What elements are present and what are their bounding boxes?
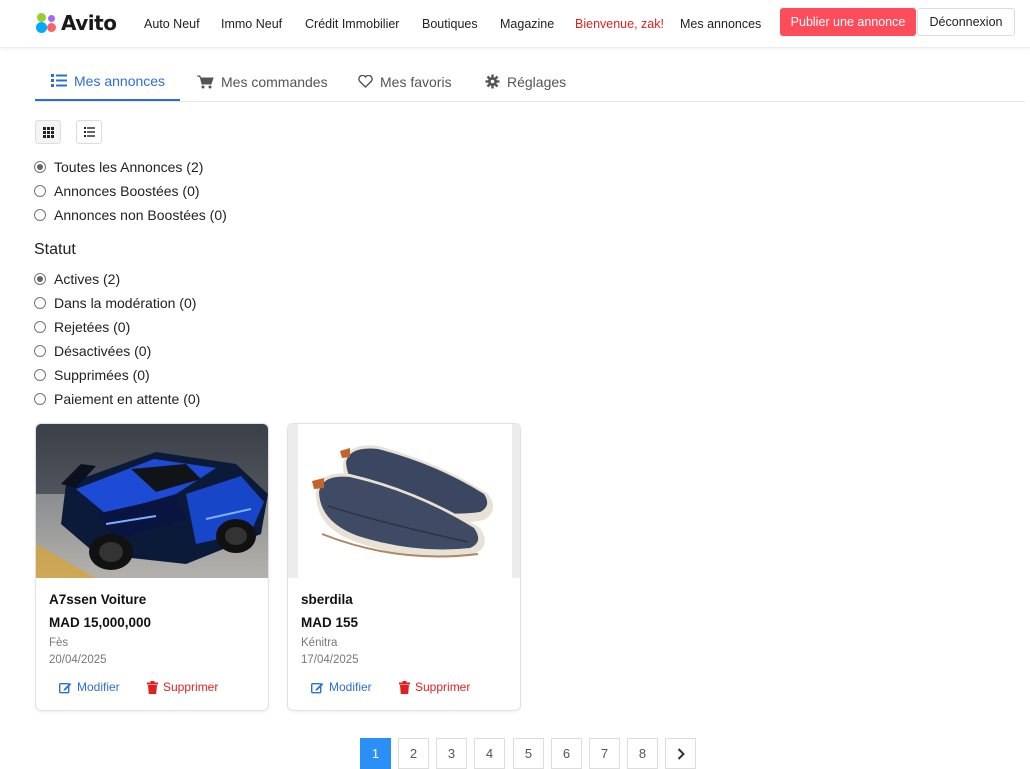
radio-button[interactable] [34,297,46,309]
listing-date: 17/04/2025 [301,654,359,666]
nav-boutiques[interactable]: Boutiques [422,0,478,48]
status-section-title: Statut [34,241,76,258]
listing-card[interactable]: A7ssen Voiture MAD 15,000,000 Fès 20/04/… [35,423,269,711]
nav-auto-neuf[interactable]: Auto Neuf [144,0,200,48]
list-view-button[interactable] [76,120,102,144]
page-5-button[interactable]: 5 [513,738,544,769]
radio-button[interactable] [34,161,46,173]
delete-label: Supprimer [415,680,471,694]
avito-logo-icon [36,12,58,34]
radio-button[interactable] [34,273,46,285]
edit-label: Modifier [77,680,120,694]
next-page-button[interactable] [665,738,696,769]
status-paiement-attente[interactable]: Paiement en attente (0) [34,391,200,407]
edit-listing-button[interactable]: Modifier [59,680,120,694]
edit-icon [59,682,72,693]
delete-listing-button[interactable]: Supprimer [147,680,218,694]
page-4-button[interactable]: 4 [474,738,505,769]
radio-button[interactable] [34,321,46,333]
filter-label: Annonces non Boostées (0) [54,207,227,223]
delete-listing-button[interactable]: Supprimer [399,680,470,694]
tab-label: Mes annonces [74,72,166,89]
radio-button[interactable] [34,369,46,381]
radio-button[interactable] [34,393,46,405]
nav-credit-immobilier[interactable]: Crédit Immobilier [305,0,399,48]
listing-title[interactable]: A7ssen Voiture [49,592,146,607]
filter-label: Annonces Boostées (0) [54,183,200,199]
status-actives[interactable]: Actives (2) [34,271,120,287]
nav-mes-annonces[interactable]: Mes annonces [680,0,761,48]
grid-view-button[interactable] [35,120,61,144]
page-8-button[interactable]: 8 [627,738,658,769]
status-label: Dans la modération (0) [54,295,197,311]
page-3-button[interactable]: 3 [436,738,467,769]
top-navbar: Avito Auto Neuf Immo Neuf Crédit Immobil… [0,0,1030,48]
filter-label: Toutes les Annonces (2) [54,159,204,175]
radio-button[interactable] [34,209,46,221]
page-6-button[interactable]: 6 [551,738,582,769]
filter-non-boosted-ads[interactable]: Annonces non Boostées (0) [34,207,227,223]
status-label: Rejetées (0) [54,319,131,335]
chevron-right-icon [677,747,685,760]
listing-title[interactable]: sberdila [301,592,353,607]
nav-magazine[interactable]: Magazine [500,0,554,48]
edit-listing-button[interactable]: Modifier [311,680,372,694]
gear-icon [485,74,500,89]
tab-label: Mes commandes [221,73,328,90]
tab-mes-commandes[interactable]: Mes commandes [197,62,328,101]
edit-icon [311,682,324,693]
status-label: Paiement en attente (0) [54,391,201,407]
filter-boosted-ads[interactable]: Annonces Boostées (0) [34,183,200,199]
cart-icon [197,75,214,88]
nav-immo-neuf[interactable]: Immo Neuf [221,0,282,48]
status-supprimees[interactable]: Supprimées (0) [34,367,150,383]
status-rejetees[interactable]: Rejetées (0) [34,319,130,335]
listing-city: Kénitra [301,637,338,649]
listing-date: 20/04/2025 [49,654,107,666]
avito-logo[interactable]: Avito [36,11,117,35]
tab-mes-favoris[interactable]: Mes favoris [358,62,452,101]
logout-button[interactable]: Déconnexion [917,8,1015,36]
tab-label: Mes favoris [380,73,452,90]
trash-icon [399,680,410,694]
radio-button[interactable] [34,185,46,197]
status-label: Désactivées (0) [54,343,152,359]
tab-label: Réglages [507,73,567,90]
listing-price: MAD 155 [301,615,359,630]
delete-label: Supprimer [163,680,219,694]
page-1-button[interactable]: 1 [360,738,391,769]
radio-button[interactable] [34,345,46,357]
account-tabs: Mes annonces Mes commandes Mes favoris R… [35,62,1025,102]
list-icon [83,127,95,137]
listing-card[interactable]: sberdila MAD 155 Kénitra 17/04/2025 Modi… [287,423,521,711]
status-desactivees[interactable]: Désactivées (0) [34,343,151,359]
edit-label: Modifier [329,680,372,694]
status-label: Supprimées (0) [54,367,150,383]
listing-price: MAD 15,000,000 [49,615,152,630]
logo-text: Avito [61,11,117,35]
status-moderation[interactable]: Dans la modération (0) [34,295,196,311]
listing-image-shoes[interactable] [288,424,520,578]
heart-icon [358,75,373,88]
tab-reglages[interactable]: Réglages [485,62,566,101]
publish-ad-button[interactable]: Publier une annonce [780,8,916,36]
nav-welcome-user[interactable]: Bienvenue, zak! [575,0,664,48]
listing-image-car[interactable] [36,424,268,578]
tab-mes-annonces[interactable]: Mes annonces [35,62,180,101]
filter-all-ads[interactable]: Toutes les Annonces (2) [34,159,203,175]
status-label: Actives (2) [54,271,121,287]
listing-city: Fès [49,637,69,649]
page-2-button[interactable]: 2 [398,738,429,769]
page-7-button[interactable]: 7 [589,738,620,769]
trash-icon [147,680,158,694]
grid-icon [42,126,54,138]
list-icon [51,74,67,87]
